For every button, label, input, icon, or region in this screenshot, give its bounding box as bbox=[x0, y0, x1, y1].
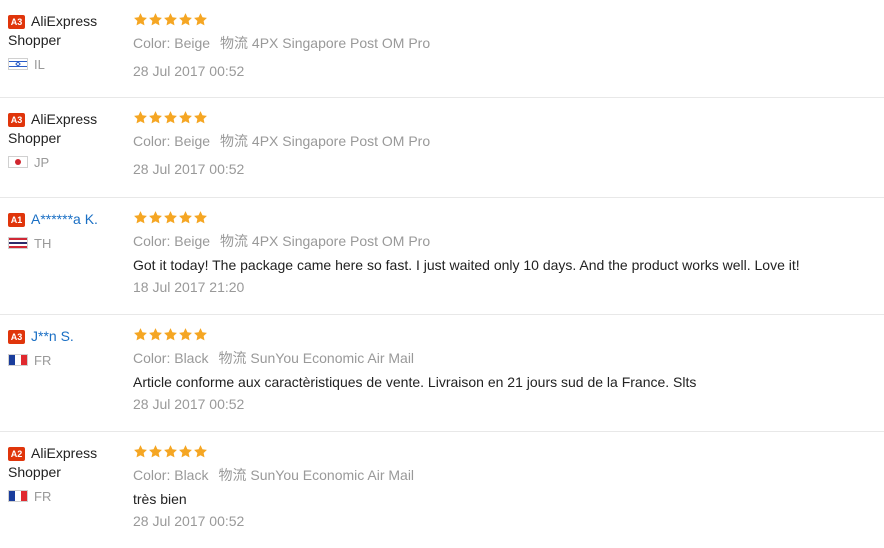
review-content: Color: Black 物流 SunYou Economic Air Mail … bbox=[133, 327, 874, 413]
star-icon bbox=[193, 110, 208, 125]
france-flag-icon bbox=[8, 490, 28, 502]
country-code: FR bbox=[34, 353, 52, 368]
reviewer-name-row: A1 A******a K. bbox=[8, 210, 126, 229]
star-rating bbox=[133, 210, 874, 225]
country-code: TH bbox=[34, 236, 52, 251]
review-text: Got it today! The package came here so f… bbox=[133, 257, 800, 273]
product-color: Color: Beige bbox=[133, 35, 211, 51]
star-icon bbox=[133, 327, 148, 342]
review-item: A3 AliExpress Shopper JP Color: Beige 物流 4… bbox=[0, 98, 884, 198]
reviewer-info: A3 AliExpress Shopper IL bbox=[8, 12, 126, 73]
product-color: Color: Black bbox=[133, 350, 209, 366]
star-icon bbox=[148, 444, 163, 459]
reviewer-info: A1 A******a K. TH bbox=[8, 210, 126, 252]
japan-flag-icon bbox=[8, 156, 28, 168]
review-text: très bien bbox=[133, 491, 187, 507]
country-code: IL bbox=[34, 57, 45, 72]
star-icon bbox=[133, 110, 148, 125]
star-icon bbox=[193, 444, 208, 459]
buyer-level-badge: A3 bbox=[8, 113, 25, 127]
shipping-method: 物流 SunYou Economic Air Mail bbox=[218, 467, 415, 483]
review-text: Article conforme aux caractèristiques de… bbox=[133, 374, 697, 390]
review-date: 28 Jul 2017 00:52 bbox=[133, 161, 245, 177]
star-icon bbox=[193, 210, 208, 225]
review-item: A3 AliExpress Shopper IL Color: Beige 物流 4… bbox=[0, 0, 884, 98]
reviewer-country: TH bbox=[8, 236, 126, 252]
reviewer-name-link[interactable]: J**n S. bbox=[31, 328, 74, 344]
star-icon bbox=[133, 12, 148, 27]
review-date: 28 Jul 2017 00:52 bbox=[133, 396, 245, 412]
review-date: 28 Jul 2017 00:52 bbox=[133, 63, 245, 79]
reviewer-info: A3 AliExpress Shopper JP bbox=[8, 110, 126, 171]
star-icon bbox=[178, 327, 193, 342]
product-color: Color: Black bbox=[133, 467, 209, 483]
buyer-level-badge: A2 bbox=[8, 447, 25, 461]
review-item: A1 A******a K. TH Color: Beige 物流 4PX Sing… bbox=[0, 198, 884, 315]
star-icon bbox=[148, 327, 163, 342]
review-content: Color: Beige 物流 4PX Singapore Post OM Pro… bbox=[133, 210, 874, 296]
reviewer-country: IL bbox=[8, 57, 126, 73]
star-icon bbox=[178, 12, 193, 27]
star-icon bbox=[163, 110, 178, 125]
star-rating bbox=[133, 327, 874, 342]
review-item: A3 J**n S. FR Color: Black 物流 SunYou Econo… bbox=[0, 315, 884, 432]
review-attributes: Color: Beige 物流 4PX Singapore Post OM Pro bbox=[133, 34, 874, 52]
shipping-method: 物流 4PX Singapore Post OM Pro bbox=[220, 233, 431, 249]
reviewer-country: FR bbox=[8, 489, 126, 505]
star-rating bbox=[133, 444, 874, 459]
review-date: 18 Jul 2017 21:20 bbox=[133, 279, 245, 295]
reviewer-name-link[interactable]: A******a K. bbox=[31, 211, 98, 227]
review-attributes: Color: Beige 物流 4PX Singapore Post OM Pro bbox=[133, 232, 874, 250]
review-content: Color: Beige 物流 4PX Singapore Post OM Pro… bbox=[133, 110, 874, 178]
israel-flag-icon bbox=[8, 58, 28, 70]
product-color: Color: Beige bbox=[133, 133, 211, 149]
star-icon bbox=[193, 12, 208, 27]
shipping-method: 物流 SunYou Economic Air Mail bbox=[218, 350, 415, 366]
shipping-method: 物流 4PX Singapore Post OM Pro bbox=[220, 133, 431, 149]
review-date: 28 Jul 2017 00:52 bbox=[133, 513, 245, 529]
shipping-method: 物流 4PX Singapore Post OM Pro bbox=[220, 35, 431, 51]
france-flag-icon bbox=[8, 354, 28, 366]
thailand-flag-icon bbox=[8, 237, 28, 249]
reviewer-name-row: A3 J**n S. bbox=[8, 327, 126, 346]
star-icon bbox=[163, 210, 178, 225]
product-color: Color: Beige bbox=[133, 233, 211, 249]
star-icon bbox=[178, 210, 193, 225]
star-icon bbox=[193, 327, 208, 342]
star-icon bbox=[148, 12, 163, 27]
review-attributes: Color: Beige 物流 4PX Singapore Post OM Pro bbox=[133, 132, 874, 150]
star-rating bbox=[133, 12, 874, 27]
review-content: Color: Black 物流 SunYou Economic Air Mail … bbox=[133, 444, 874, 530]
reviewer-name-row: A2 AliExpress Shopper bbox=[8, 444, 126, 482]
country-code: JP bbox=[34, 155, 50, 170]
reviewer-name-row: A3 AliExpress Shopper bbox=[8, 110, 126, 148]
star-icon bbox=[148, 110, 163, 125]
star-icon bbox=[148, 210, 163, 225]
review-attributes: Color: Black 物流 SunYou Economic Air Mail bbox=[133, 466, 874, 484]
buyer-level-badge: A3 bbox=[8, 330, 25, 344]
buyer-level-badge: A3 bbox=[8, 15, 25, 29]
reviewer-country: JP bbox=[8, 155, 126, 171]
star-icon bbox=[133, 210, 148, 225]
reviewer-info: A2 AliExpress Shopper FR bbox=[8, 444, 126, 505]
reviewer-country: FR bbox=[8, 353, 126, 369]
country-code: FR bbox=[34, 489, 52, 504]
review-item: A2 AliExpress Shopper FR Color: Black 物流 S… bbox=[0, 432, 884, 548]
star-icon bbox=[178, 444, 193, 459]
reviewer-info: A3 J**n S. FR bbox=[8, 327, 126, 369]
star-icon bbox=[163, 444, 178, 459]
reviewer-name-row: A3 AliExpress Shopper bbox=[8, 12, 126, 50]
star-icon bbox=[133, 444, 148, 459]
star-icon bbox=[178, 110, 193, 125]
review-content: Color: Beige 物流 4PX Singapore Post OM Pro… bbox=[133, 12, 874, 80]
star-rating bbox=[133, 110, 874, 125]
review-attributes: Color: Black 物流 SunYou Economic Air Mail bbox=[133, 349, 874, 367]
buyer-level-badge: A1 bbox=[8, 213, 25, 227]
star-icon bbox=[163, 327, 178, 342]
star-icon bbox=[163, 12, 178, 27]
